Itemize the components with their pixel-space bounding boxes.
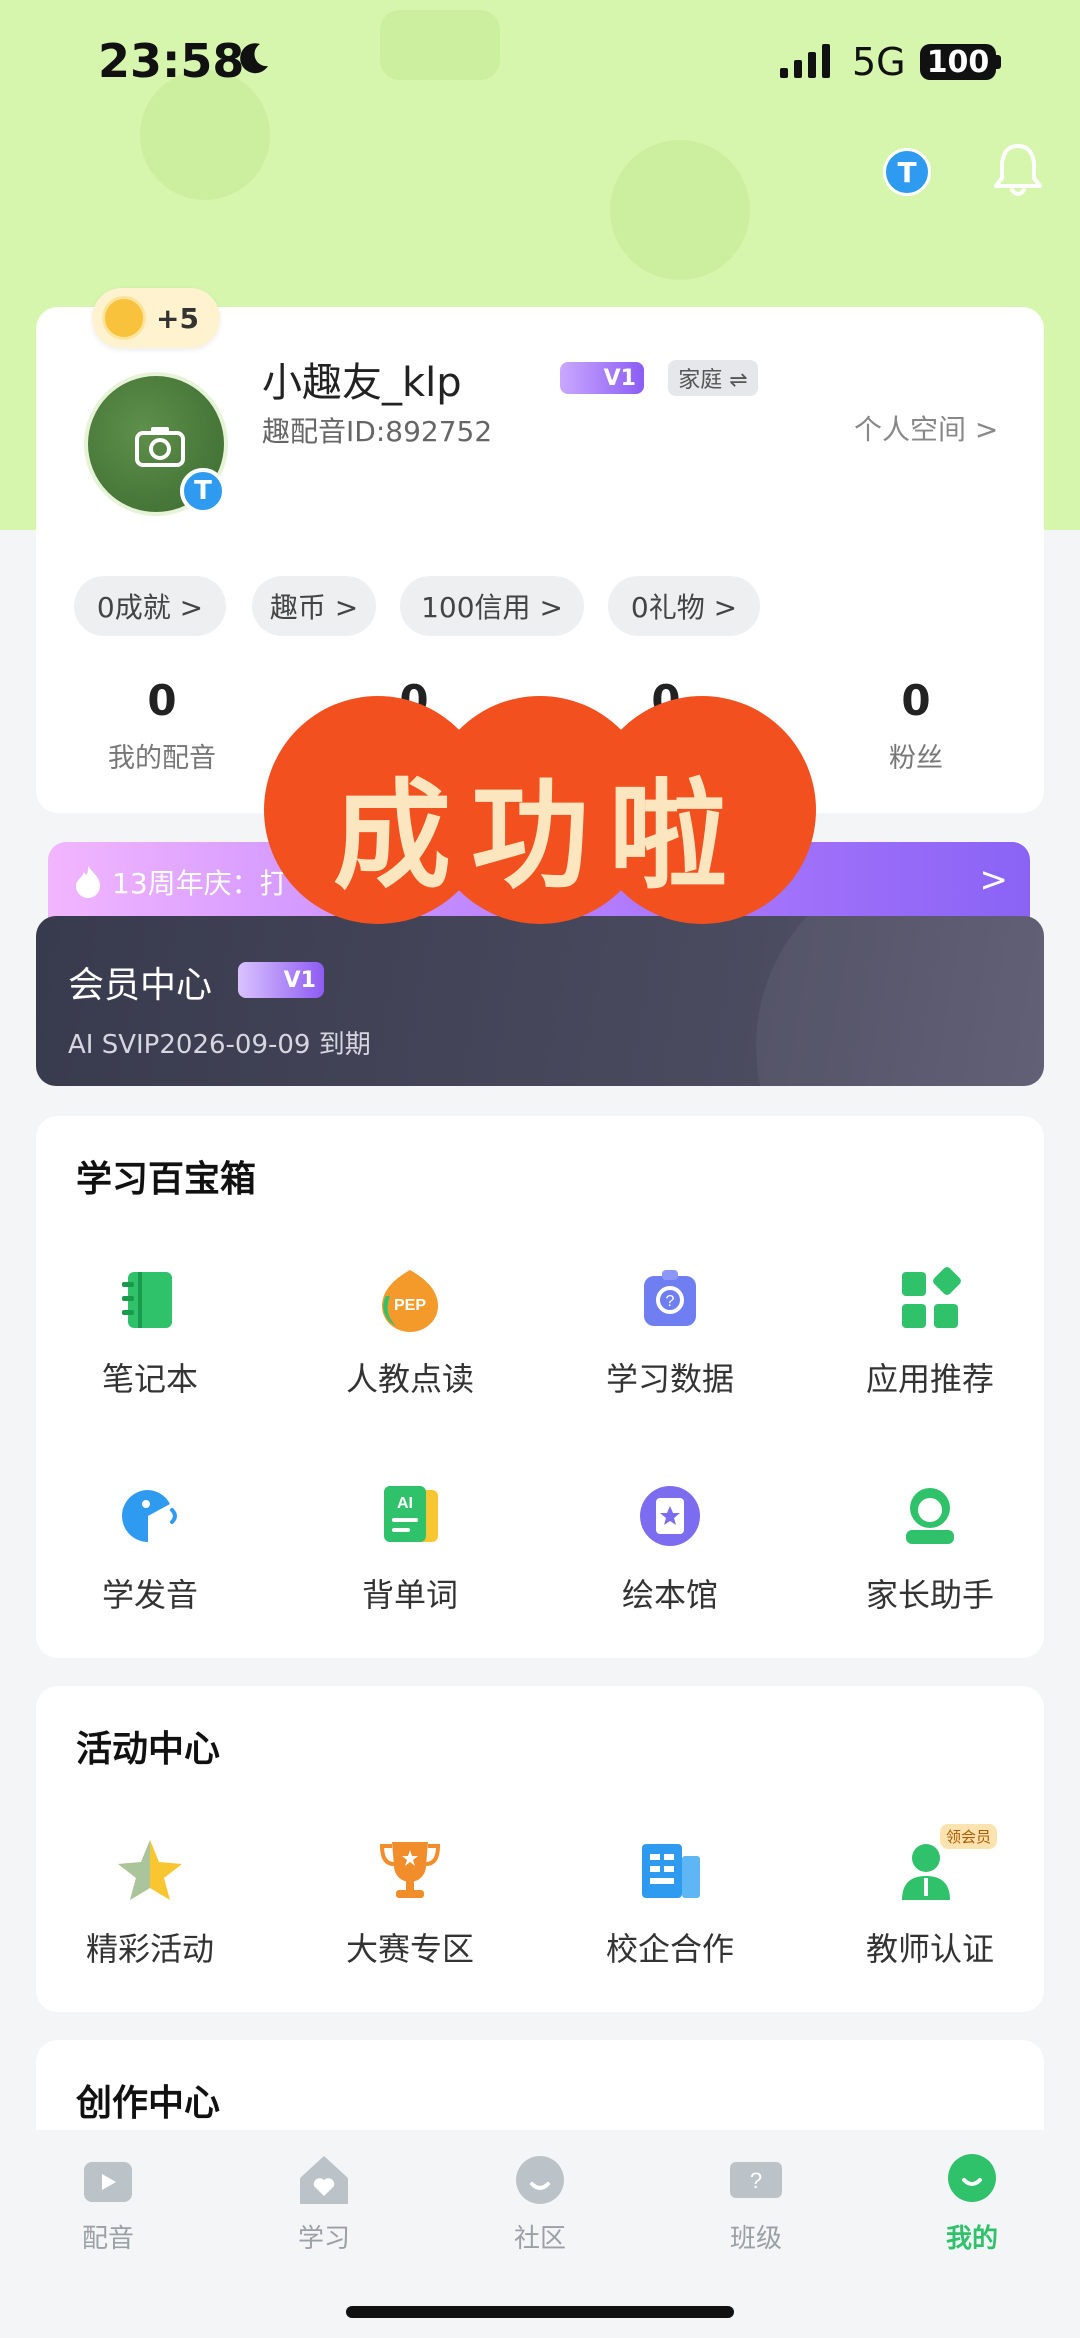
username: 小趣友_klp [262, 360, 462, 406]
svg-text:?: ? [750, 2168, 762, 2193]
clock: 23:58 [98, 34, 245, 88]
coin-bonus-pill[interactable]: +5 [92, 288, 220, 348]
stat-dubbing-label: 我的配音 [108, 743, 216, 774]
tab-label: 学习 [297, 2224, 350, 2254]
grid-item-activities[interactable]: 精彩活动 [20, 1836, 272, 1996]
coin-icon [102, 296, 146, 340]
apps-icon [902, 1267, 961, 1328]
tab-mine[interactable]: 我的 [864, 2150, 1080, 2270]
grid-label: 人教点读 [345, 1360, 474, 1398]
tab-label: 社区 [513, 2224, 566, 2254]
coin-bonus-text: +5 [156, 301, 199, 335]
bell-icon[interactable] [990, 140, 1046, 200]
claim-vip-badge: 领会员 [940, 1824, 998, 1849]
grid-label: 家长助手 [865, 1576, 994, 1614]
grid-label: 笔记本 [101, 1360, 198, 1398]
success-text: 成功啦 [332, 766, 747, 905]
grid-item-teacher-cert[interactable]: 领会员 教师认证 [800, 1824, 1052, 1996]
grid-label: 应用推荐 [865, 1360, 994, 1398]
network-type: 5G [852, 40, 906, 84]
flame-icon [76, 866, 100, 898]
grid-item-apps[interactable]: 应用推荐 [800, 1266, 1052, 1426]
grid-label: 校企合作 [605, 1930, 734, 1968]
grid-label: 教师认证 [865, 1930, 994, 1968]
tab-dubbing[interactable]: 配音 [0, 2150, 216, 2270]
personal-space-link[interactable]: 个人空间 > [854, 408, 998, 448]
vip-center-card[interactable]: 会员中心 V1 AI SVIP2026-09-09 到期 [36, 916, 1044, 1086]
vip-expire-date: AI SVIP2026-09-09 到期 [68, 1030, 371, 1060]
chip-coins[interactable]: 趣币 > [252, 576, 376, 636]
pep-icon: PEP [382, 1270, 438, 1332]
svg-text:PEP: PEP [394, 1297, 426, 1314]
moon-icon [240, 43, 268, 74]
svg-text:AI: AI [397, 1495, 413, 1512]
home-indicator[interactable] [346, 2306, 734, 2318]
grid-label: 背单词 [361, 1576, 458, 1614]
grid-item-picture-book[interactable]: 绘本馆 [540, 1482, 792, 1642]
mine-icon [948, 2154, 996, 2202]
grid-label: 精彩活动 [85, 1930, 214, 1968]
grid-item-study-data[interactable]: ? 学习数据 [540, 1266, 792, 1426]
grid-item-vocabulary[interactable]: AI 背单词 [280, 1482, 532, 1642]
grid-item-contest[interactable]: 大赛专区 [280, 1836, 532, 1996]
grid-label: 绘本馆 [621, 1576, 718, 1614]
stat-fans-count[interactable]: 0 [816, 676, 1016, 725]
study-data-icon: ? [644, 1270, 696, 1326]
class-icon: ? [730, 2162, 782, 2198]
community-icon [516, 2156, 564, 2204]
house-heart-icon [300, 2156, 348, 2204]
grid-item-pep[interactable]: PEP 人教点读 [280, 1266, 532, 1426]
tab-community[interactable]: 社区 [432, 2150, 648, 2270]
user-id: 趣配音ID:892752 [262, 415, 493, 448]
battery-icon: 100 [920, 44, 996, 80]
study-box-title: 学习百宝箱 [76, 1159, 257, 1200]
activity-center-title: 活动中心 [76, 1729, 221, 1770]
vip-decoration [756, 916, 1044, 1086]
grid-item-notebook[interactable]: 笔记本 [20, 1266, 272, 1426]
grid-item-cooperation[interactable]: 校企合作 [540, 1836, 792, 1996]
signal-icon [780, 44, 830, 78]
vip-level-tag[interactable]: V1 [560, 362, 644, 394]
anniversary-text: 13周年庆：打 [112, 867, 288, 900]
family-switch-tag[interactable]: 家庭 ⇌ [668, 360, 758, 396]
chevron-right-icon: > [979, 860, 1009, 900]
grid-item-parent-assistant[interactable]: 家长助手 [800, 1482, 1052, 1642]
trophy-icon [379, 1842, 441, 1898]
cooperation-icon [642, 1844, 700, 1898]
grid-label: 学习数据 [605, 1360, 734, 1398]
dubbing-icon [84, 2162, 132, 2202]
status-bar: 23:58 5G 100 [0, 0, 1080, 125]
grid-label: 学发音 [101, 1576, 198, 1614]
stat-dubbing-count[interactable]: 0 [62, 676, 262, 725]
avatar-teacher-badge: T [180, 468, 226, 514]
grid-label: 大赛专区 [345, 1930, 474, 1968]
success-stamp: 成功啦 [264, 696, 816, 924]
stat-fans-label: 粉丝 [889, 743, 943, 774]
battery-nub [996, 55, 1001, 69]
tab-label: 配音 [81, 2224, 134, 2254]
creation-center-title: 创作中心 [76, 2083, 221, 2124]
teacher-t-icon[interactable]: T [883, 148, 931, 196]
chip-gifts[interactable]: 0礼物 > [608, 576, 760, 636]
notebook-icon [122, 1272, 172, 1328]
svg-text:?: ? [666, 1293, 675, 1310]
vocabulary-icon: AI [384, 1486, 438, 1542]
tab-label: 我的 [945, 2224, 998, 2254]
vip-center-level: V1 [238, 962, 324, 998]
parent-assistant-icon [906, 1488, 954, 1544]
camera-icon [135, 427, 185, 467]
picture-book-icon [640, 1486, 700, 1546]
vip-center-title: 会员中心 [68, 965, 213, 1006]
grid-item-pronunciation[interactable]: 学发音 [20, 1482, 272, 1642]
star-icon [118, 1840, 182, 1900]
chip-credit[interactable]: 100信用 > [400, 576, 584, 636]
tab-class[interactable]: ? 班级 [648, 2150, 864, 2270]
tab-study[interactable]: 学习 [216, 2150, 432, 2270]
chip-achievements[interactable]: 0成就 > [74, 576, 226, 636]
tab-label: 班级 [729, 2224, 782, 2254]
pronunciation-icon [122, 1490, 177, 1542]
